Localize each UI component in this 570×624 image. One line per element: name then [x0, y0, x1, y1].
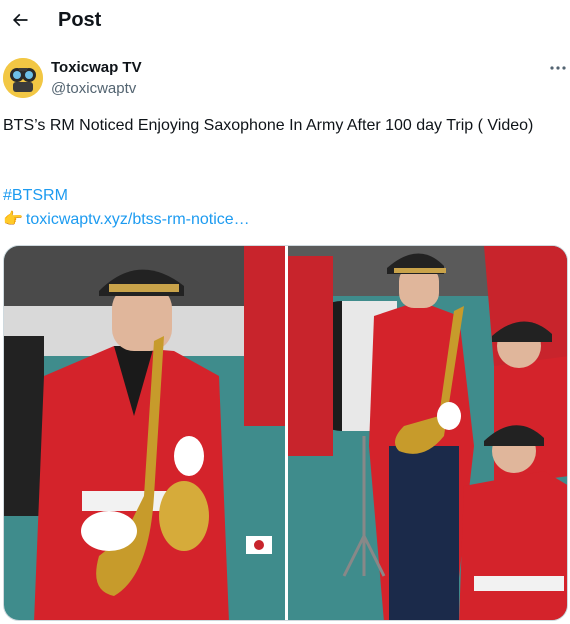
pointing-hand-icon: 👉: [3, 211, 23, 228]
left-photo: [4, 246, 285, 620]
media-photos: [4, 246, 567, 620]
tweet-link-row: 👉 toxicwaptv.xyz/btss-rm-notice…: [3, 208, 250, 232]
author-handle[interactable]: @toxicwaptv: [51, 80, 136, 98]
more-button[interactable]: [546, 58, 570, 78]
back-button[interactable]: [6, 6, 34, 34]
hashtag-link[interactable]: #BTSRM: [3, 184, 68, 208]
more-dots-icon: [550, 66, 566, 70]
author-avatar[interactable]: [3, 58, 43, 98]
tweet-text: BTS’s RM Noticed Enjoying Saxophone In A…: [3, 117, 534, 134]
page-title: Post: [58, 9, 102, 31]
right-photo: [288, 246, 567, 620]
top-bar: Post: [0, 0, 570, 40]
tweet-url-link[interactable]: toxicwaptv.xyz/btss-rm-notice…: [26, 208, 250, 232]
arrow-left-icon: [12, 13, 28, 27]
avatar-image: [3, 58, 43, 98]
tweet-media[interactable]: [3, 245, 568, 621]
author-name[interactable]: Toxicwap TV: [51, 59, 142, 77]
